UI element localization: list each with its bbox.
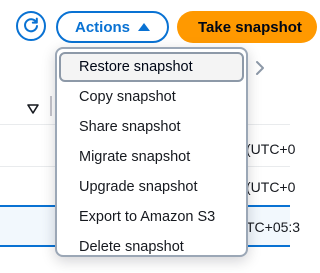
menu-item-delete-snapshot[interactable]: Delete snapshot [59, 232, 244, 262]
refresh-icon [24, 17, 38, 33]
menu-item-label: Upgrade snapshot [79, 179, 198, 195]
take-snapshot-button[interactable]: Take snapshot [177, 11, 317, 43]
chevron-right-icon [256, 61, 264, 75]
next-page-button[interactable] [254, 58, 266, 78]
menu-item-label: Migrate snapshot [79, 149, 191, 165]
column-resizer[interactable] [50, 96, 52, 116]
caret-up-icon [138, 22, 150, 31]
refresh-button[interactable] [16, 11, 46, 41]
menu-item-upgrade-snapshot[interactable]: Upgrade snapshot [59, 172, 244, 202]
menu-item-label: Export to Amazon S3 [79, 209, 216, 225]
take-snapshot-label: Take snapshot [198, 18, 302, 36]
table-cell-time: TC+05:3 [246, 219, 301, 235]
actions-dropdown-menu: Restore snapshot Copy snapshot Share sna… [55, 47, 248, 257]
menu-item-export-to-s3[interactable]: Export to Amazon S3 [59, 202, 244, 232]
menu-item-label: Share snapshot [79, 119, 181, 135]
menu-item-migrate-snapshot[interactable]: Migrate snapshot [59, 142, 244, 172]
sort-icon[interactable] [27, 101, 39, 114]
menu-item-label: Copy snapshot [79, 89, 176, 105]
menu-item-share-snapshot[interactable]: Share snapshot [59, 112, 244, 142]
table-cell-time: (UTC+0 [246, 141, 296, 157]
actions-button-label: Actions [74, 18, 130, 36]
menu-item-label: Delete snapshot [79, 239, 184, 255]
actions-button[interactable]: Actions [56, 11, 169, 43]
menu-item-copy-snapshot[interactable]: Copy snapshot [59, 82, 244, 112]
table-cell-time: (UTC+0 [246, 179, 296, 195]
menu-item-restore-snapshot[interactable]: Restore snapshot [59, 52, 244, 82]
menu-item-label: Restore snapshot [79, 59, 193, 75]
